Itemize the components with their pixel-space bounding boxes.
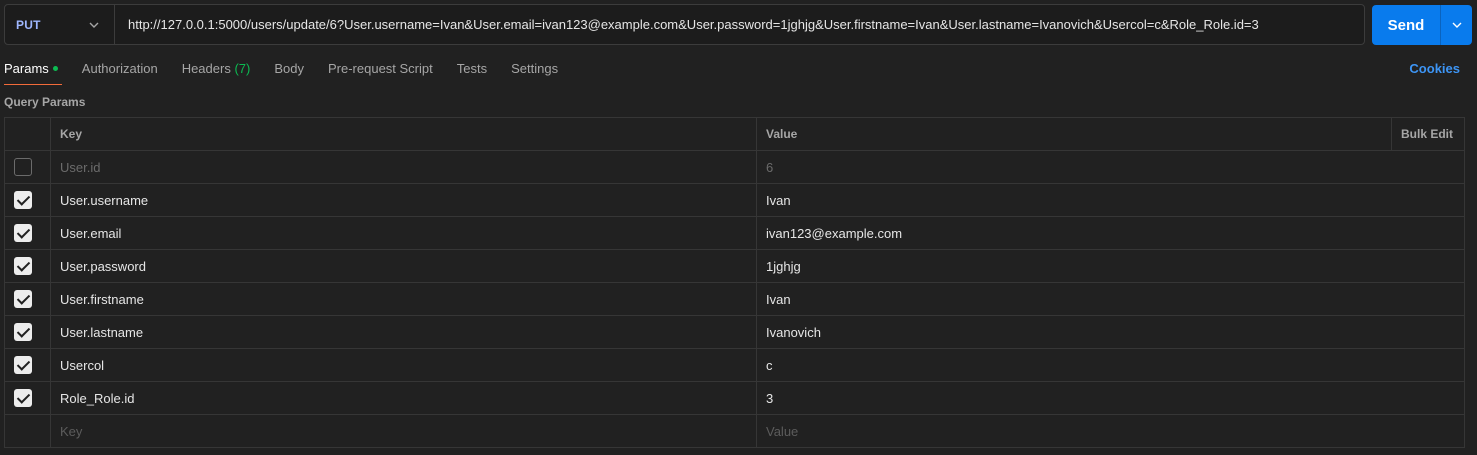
tab-body[interactable]: Body (274, 55, 304, 85)
param-key[interactable]: User.email (50, 216, 757, 250)
param-checkbox[interactable] (14, 389, 32, 407)
url-input[interactable]: http://127.0.0.1:5000/users/update/6?Use… (115, 5, 1364, 44)
key-column-header: Key (50, 117, 757, 151)
param-value[interactable]: 6 (756, 150, 1465, 184)
param-value[interactable]: c (756, 348, 1465, 382)
param-value[interactable]: Ivanovich (756, 315, 1465, 349)
tab-headers-label: Headers (181, 61, 231, 76)
tab-authorization[interactable]: Authorization (82, 55, 158, 85)
param-key[interactable]: User.id (50, 150, 757, 184)
table-row-new: Key Value (4, 414, 1465, 448)
tab-params[interactable]: Params (4, 55, 62, 85)
table-row: Role_Role.id 3 (4, 381, 1465, 415)
chevron-down-icon (89, 22, 99, 28)
param-key[interactable]: User.firstname (50, 282, 757, 316)
param-value[interactable]: 1jghjg (756, 249, 1465, 283)
send-options-button[interactable] (1440, 5, 1472, 45)
param-value[interactable]: Ivan (756, 183, 1465, 217)
query-params-title: Query Params (4, 95, 86, 109)
active-dot-icon (52, 66, 58, 71)
param-value[interactable]: 3 (756, 381, 1465, 415)
param-checkbox[interactable] (14, 191, 32, 209)
param-checkbox[interactable] (14, 356, 32, 374)
param-key[interactable]: Usercol (50, 348, 757, 382)
param-value[interactable]: ivan123@example.com (756, 216, 1465, 250)
new-key-input[interactable]: Key (50, 414, 757, 448)
table-row: Usercol c (4, 348, 1465, 382)
url-bar: PUT http://127.0.0.1:5000/users/update/6… (4, 4, 1365, 45)
param-key[interactable]: User.username (50, 183, 757, 217)
value-column-header: Value (756, 117, 1392, 151)
param-checkbox[interactable] (14, 290, 32, 308)
table-row: User.id 6 (4, 150, 1465, 184)
param-checkbox[interactable] (14, 158, 32, 176)
send-button-group: Send (1372, 5, 1472, 45)
headers-count: (7) (234, 61, 251, 76)
param-key[interactable]: User.password (50, 249, 757, 283)
tab-tests[interactable]: Tests (457, 55, 487, 85)
param-key[interactable]: User.lastname (50, 315, 757, 349)
cookies-link[interactable]: Cookies (1409, 61, 1460, 76)
send-button[interactable]: Send (1372, 5, 1440, 45)
tab-pre-request-script[interactable]: Pre-request Script (328, 55, 433, 85)
table-row: User.password 1jghjg (4, 249, 1465, 283)
param-checkbox[interactable] (14, 323, 32, 341)
tab-settings[interactable]: Settings (511, 55, 558, 85)
checkbox-column-header (4, 117, 51, 151)
table-header-row: Key Value Bulk Edit (4, 117, 1465, 151)
param-checkbox[interactable] (14, 257, 32, 275)
tab-headers[interactable]: Headers (7) (182, 55, 251, 85)
method-select[interactable]: PUT (5, 5, 115, 44)
table-row: User.lastname Ivanovich (4, 315, 1465, 349)
request-tabs: Params Authorization Headers (7) Body Pr… (4, 55, 1477, 85)
param-key[interactable]: Role_Role.id (50, 381, 757, 415)
query-params-table: Key Value Bulk Edit User.id 6 User.usern… (4, 117, 1465, 448)
table-row: User.email ivan123@example.com (4, 216, 1465, 250)
table-row: User.firstname Ivan (4, 282, 1465, 316)
param-value[interactable]: Ivan (756, 282, 1465, 316)
param-checkbox[interactable] (14, 224, 32, 242)
table-row: User.username Ivan (4, 183, 1465, 217)
new-value-input[interactable]: Value (756, 414, 1465, 448)
chevron-down-icon (1452, 22, 1461, 28)
method-label: PUT (16, 17, 41, 32)
tab-params-label: Params (4, 61, 49, 76)
bulk-edit-button[interactable]: Bulk Edit (1391, 117, 1465, 151)
